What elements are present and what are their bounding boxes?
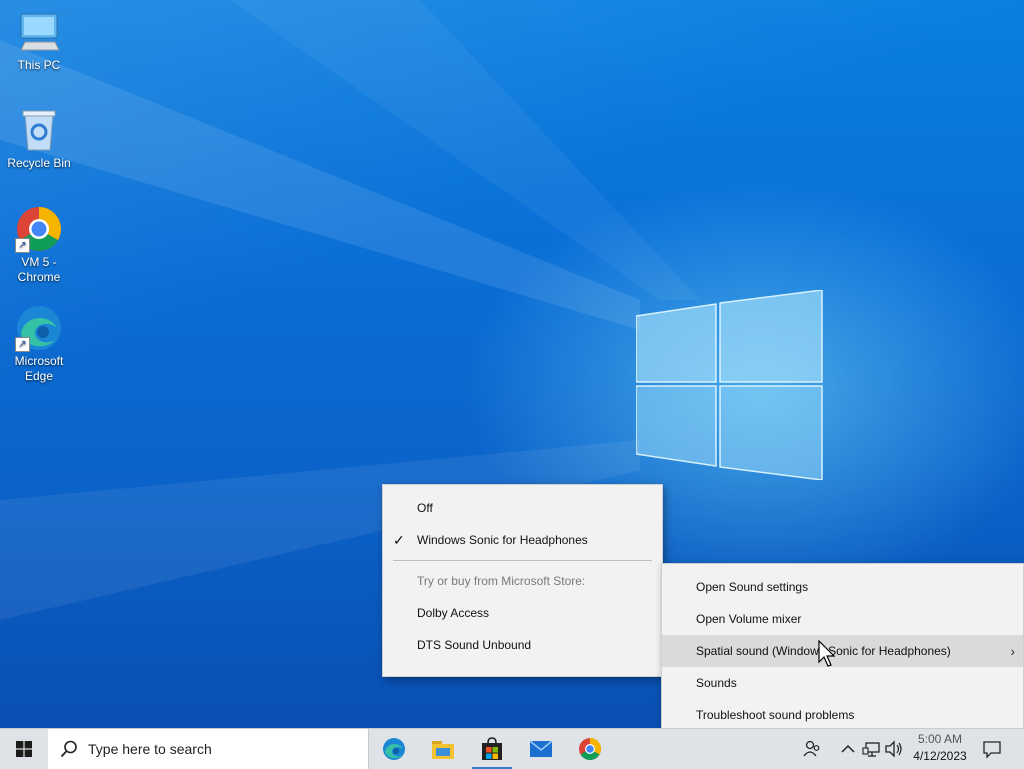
taskbar-clock[interactable]: 5:00 AM 4/12/2023 xyxy=(900,731,980,765)
menu-item-sounds[interactable]: Sounds xyxy=(662,667,1023,699)
start-button[interactable] xyxy=(0,729,48,769)
taskbar-app-mail[interactable] xyxy=(517,729,565,769)
menu-item-label: Troubleshoot sound problems xyxy=(696,708,855,722)
chevron-up-icon[interactable] xyxy=(838,739,858,759)
menu-item-troubleshoot[interactable]: Troubleshoot sound problems xyxy=(662,699,1023,731)
network-icon[interactable] xyxy=(862,739,882,759)
spatial-sound-submenu: Off ✓ Windows Sonic for Headphones Try o… xyxy=(382,484,663,677)
chrome-icon xyxy=(579,738,601,760)
clock-time: 5:00 AM xyxy=(917,732,963,746)
desktop-icon-this-pc[interactable]: This PC xyxy=(1,8,77,73)
menu-item-label: Try or buy from Microsoft Store: xyxy=(417,574,586,588)
desktop-icon-recycle-bin[interactable]: Recycle Bin xyxy=(1,106,77,171)
menu-item-label: Open Volume mixer xyxy=(696,612,802,626)
menu-item-label: Open Sound settings xyxy=(696,580,809,594)
menu-item-label: Dolby Access xyxy=(417,606,490,620)
checkmark-icon: ✓ xyxy=(393,532,405,548)
menu-item-dts-sound-unbound[interactable]: DTS Sound Unbound xyxy=(383,629,662,661)
menu-item-label: Windows Sonic for Headphones xyxy=(417,533,588,547)
menu-item-open-sound-settings[interactable]: Open Sound settings xyxy=(662,571,1023,603)
microsoft-store-icon xyxy=(482,737,502,760)
recycle-bin-icon xyxy=(22,110,56,151)
mail-icon xyxy=(529,740,553,757)
windows-start-icon xyxy=(16,741,32,757)
desktop-icon-label: This PC xyxy=(17,58,61,72)
search-icon xyxy=(60,740,77,758)
menu-item-off[interactable]: Off xyxy=(383,492,662,524)
taskbar-app-microsoft-store[interactable] xyxy=(468,729,516,769)
menu-item-open-volume-mixer[interactable]: Open Volume mixer xyxy=(662,603,1023,635)
file-explorer-icon xyxy=(432,741,454,759)
taskbar: Type here to search 5:00 AM 4/12/2023 xyxy=(0,728,1024,769)
taskbar-search-box[interactable]: Type here to search xyxy=(48,729,369,769)
search-placeholder: Type here to search xyxy=(88,741,212,757)
this-pc-icon xyxy=(20,13,60,51)
desktop-icon-microsoft-edge[interactable]: ↗ Microsoft Edge xyxy=(1,304,77,384)
menu-item-spatial-sound[interactable]: Spatial sound (Windows Sonic for Headpho… xyxy=(662,635,1023,667)
menu-item-label: Sounds xyxy=(696,676,737,690)
desktop-icon-label: Recycle Bin xyxy=(7,156,71,170)
action-center-icon[interactable] xyxy=(982,739,1002,759)
menu-item-label: DTS Sound Unbound xyxy=(417,638,532,652)
menu-header-store: Try or buy from Microsoft Store: xyxy=(383,565,662,597)
desktop-icon-label: VM 5 - Chrome xyxy=(17,255,61,284)
clock-date: 4/12/2023 xyxy=(913,749,967,763)
chevron-right-icon: › xyxy=(1010,643,1015,659)
menu-item-label: Off xyxy=(417,501,433,515)
taskbar-app-file-explorer[interactable] xyxy=(419,729,467,769)
mouse-cursor-icon xyxy=(818,640,836,667)
taskbar-app-chrome[interactable] xyxy=(566,729,614,769)
edge-icon xyxy=(383,738,405,760)
people-icon[interactable] xyxy=(802,739,822,759)
menu-item-dolby-access[interactable]: Dolby Access xyxy=(383,597,662,629)
desktop-icon-vm5-chrome[interactable]: ↗ VM 5 - Chrome xyxy=(1,205,77,285)
menu-item-windows-sonic[interactable]: ✓ Windows Sonic for Headphones xyxy=(383,524,662,556)
sound-context-menu: Open Sound settings Open Volume mixer Sp… xyxy=(661,563,1024,747)
menu-separator xyxy=(393,560,652,561)
shortcut-arrow-icon: ↗ xyxy=(15,337,30,352)
desktop-icon-label: Microsoft Edge xyxy=(14,354,64,383)
windows-wallpaper-logo xyxy=(636,290,823,480)
shortcut-arrow-icon: ↗ xyxy=(15,238,30,253)
taskbar-app-edge[interactable] xyxy=(370,729,418,769)
